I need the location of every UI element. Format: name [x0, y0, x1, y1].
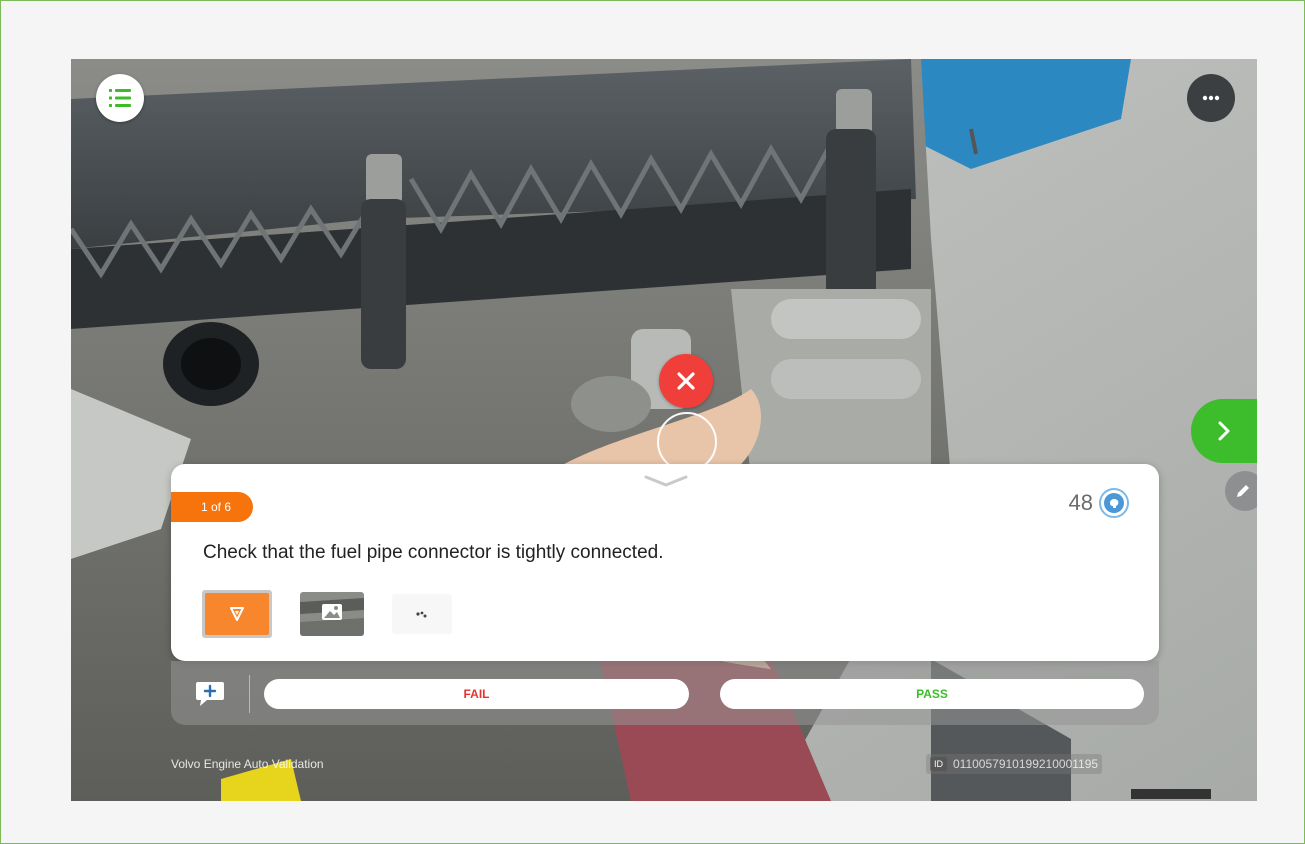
- add-comment-button[interactable]: [195, 680, 225, 708]
- task-card: 1 of 6 48 Check that the fuel pipe conne…: [171, 464, 1159, 661]
- ar-target-ring: [657, 412, 717, 472]
- next-step-button[interactable]: [1191, 399, 1257, 463]
- image-icon: [300, 592, 364, 636]
- media-video-thumbnail[interactable]: [392, 594, 452, 634]
- media-image-thumbnail[interactable]: [300, 592, 364, 636]
- brain-icon: [1099, 488, 1129, 518]
- more-options-button[interactable]: [1187, 74, 1235, 122]
- app-frame: 1 of 6 48 Check that the fuel pipe conne…: [0, 0, 1305, 844]
- camera-view[interactable]: 1 of 6 48 Check that the fuel pipe conne…: [71, 59, 1257, 801]
- ar-marker-icon: [230, 607, 244, 621]
- pass-button[interactable]: PASS: [720, 679, 1144, 709]
- ar-marker-close-button[interactable]: [659, 354, 713, 408]
- fail-button-label: FAIL: [463, 687, 490, 701]
- action-bar: FAIL PASS: [171, 661, 1159, 725]
- chevron-down-icon: [644, 475, 688, 487]
- video-thumbnail-icon: [416, 611, 427, 618]
- pass-button-label: PASS: [916, 687, 948, 701]
- more-horizontal-icon: [1202, 95, 1220, 101]
- media-ar-thumbnail[interactable]: [202, 590, 272, 638]
- device-id-label: ID: [930, 757, 947, 771]
- app-name-label: Volvo Engine Auto Validation: [171, 757, 324, 771]
- list-icon: [109, 89, 131, 107]
- fail-button[interactable]: FAIL: [264, 679, 689, 709]
- collapse-card-button[interactable]: [644, 474, 688, 493]
- device-id: ID 0110057910199210001195: [926, 754, 1103, 774]
- points-value: 48: [1068, 490, 1093, 515]
- points-indicator: 48: [1069, 488, 1129, 518]
- close-icon: [677, 372, 695, 390]
- device-id-value: 0110057910199210001195: [953, 757, 1099, 771]
- step-counter-badge: 1 of 6: [171, 492, 253, 522]
- chevron-right-icon: [1218, 421, 1230, 441]
- menu-button[interactable]: [96, 74, 144, 122]
- comment-add-icon: [196, 682, 224, 706]
- action-divider: [249, 675, 250, 713]
- edit-button[interactable]: [1225, 471, 1257, 511]
- step-counter-label: 1 of 6: [201, 500, 232, 514]
- pencil-icon: [1237, 485, 1249, 497]
- media-strip: [202, 590, 452, 638]
- task-instruction: Check that the fuel pipe connector is ti…: [203, 542, 664, 563]
